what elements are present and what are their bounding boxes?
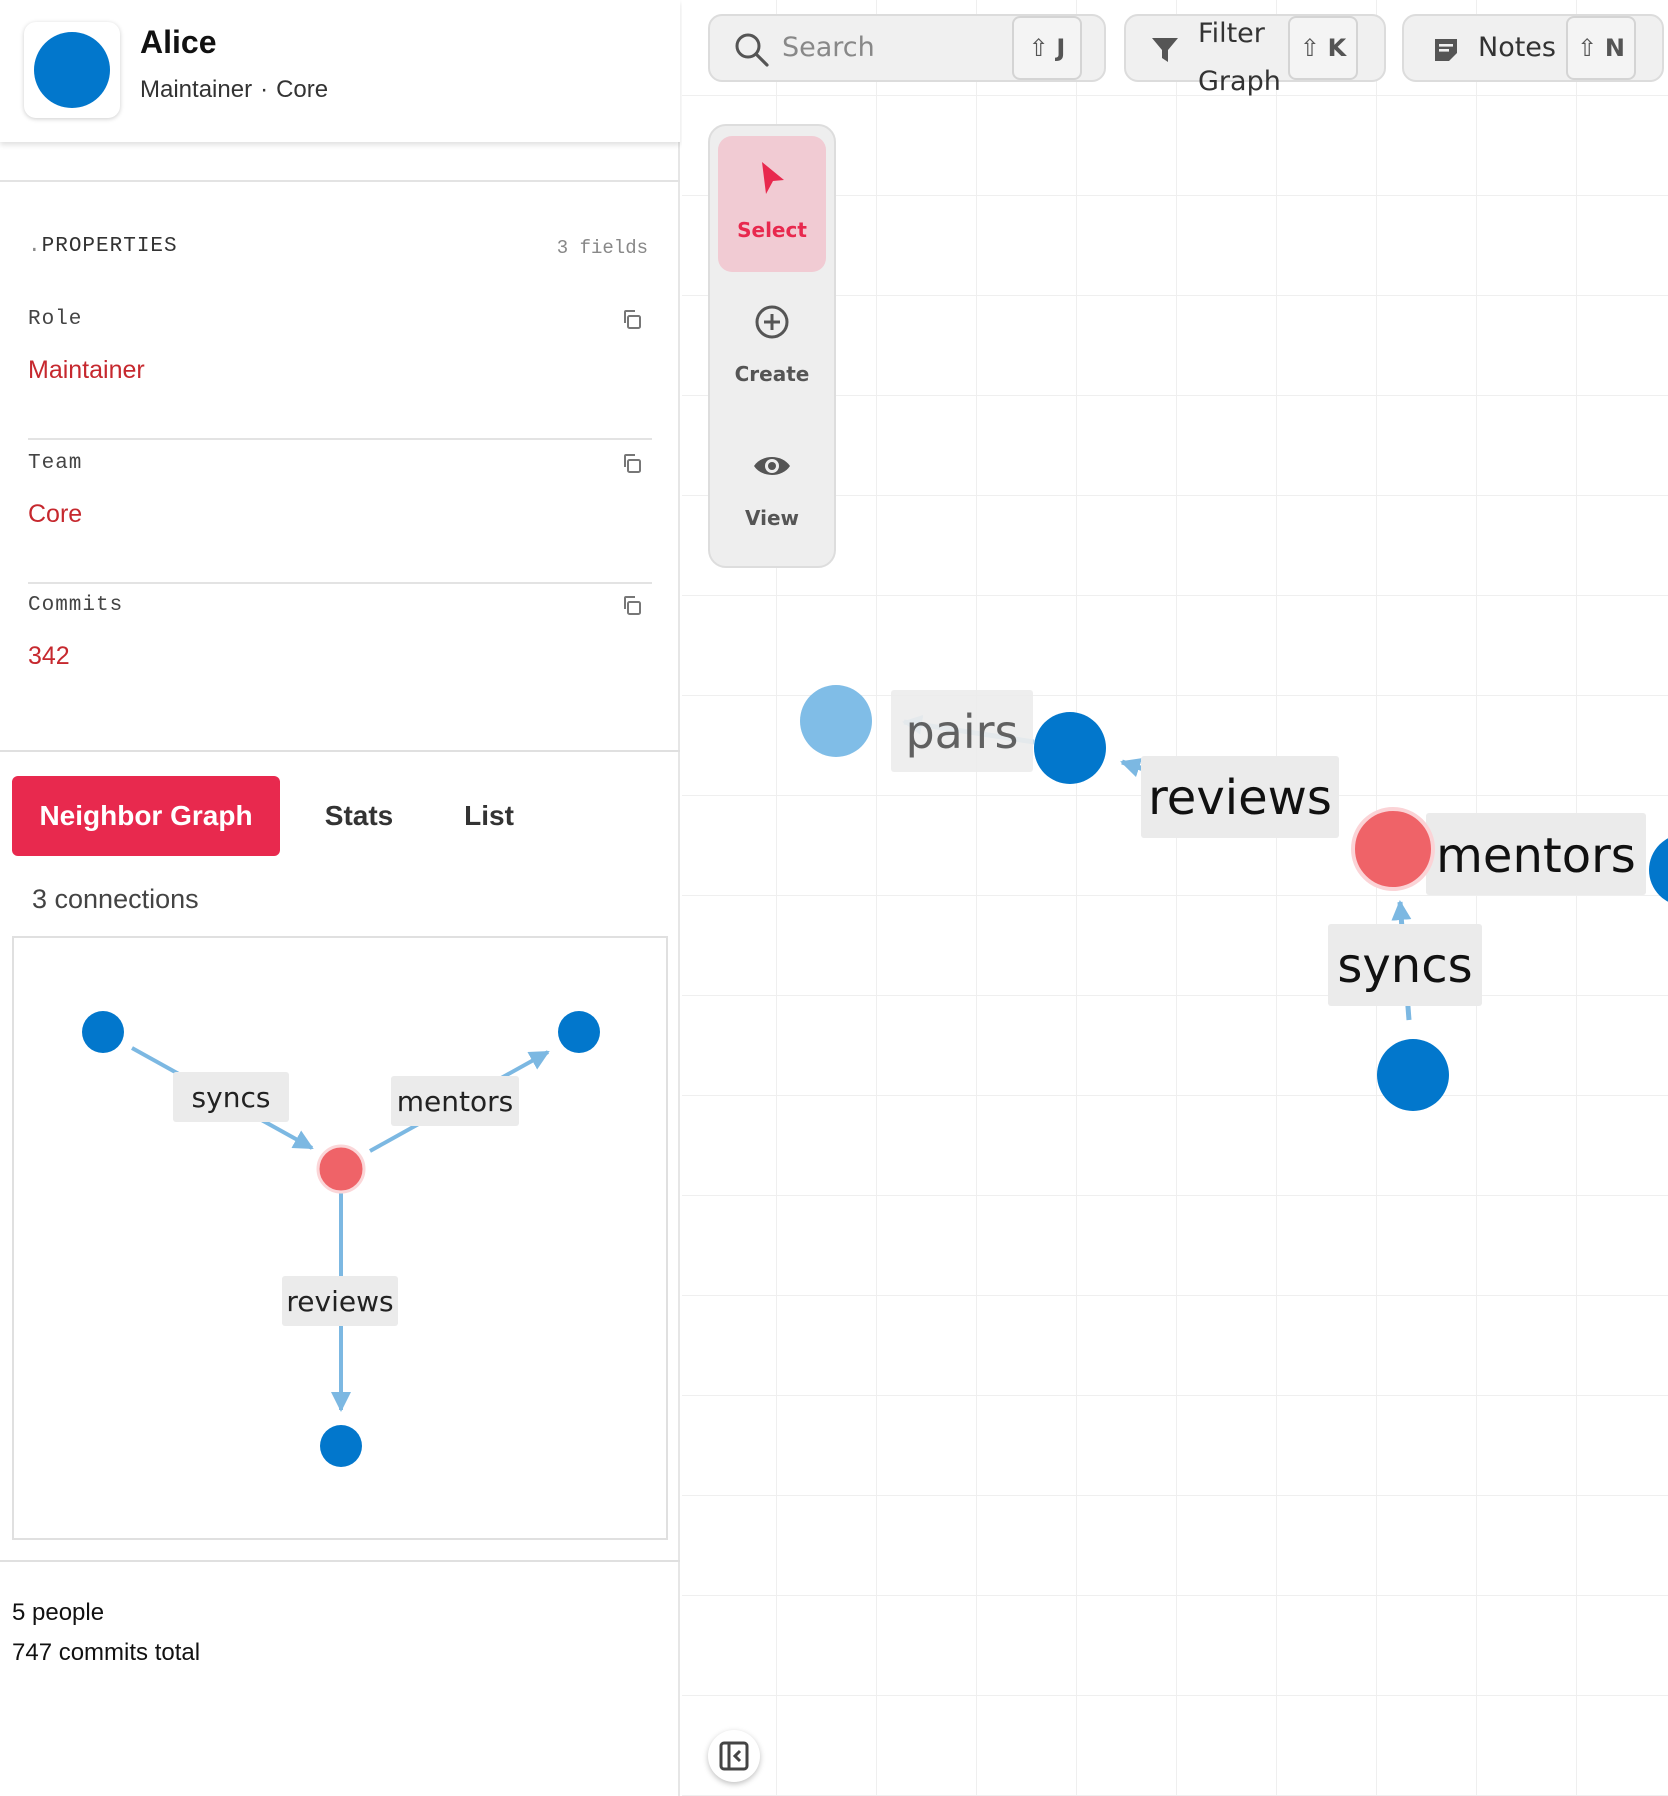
tool-view[interactable]: View [718, 424, 826, 560]
filter-shortcut: ⇧ K [1288, 16, 1358, 80]
property-key: Commits [28, 594, 124, 617]
filter-graph-label: Filter Graph [1198, 18, 1281, 97]
graph-canvas[interactable]: pairs reviews mentors syncs Search ⇧ J F… [682, 0, 1668, 1796]
copy-icon[interactable] [622, 452, 644, 476]
edge-label-pairs: pairs [905, 705, 1018, 759]
notes-button[interactable]: Notes ⇧ N [1402, 14, 1664, 82]
property-role: Role Maintainer [28, 296, 652, 440]
profile-name: Alice [140, 24, 217, 60]
neighbor-graph-canvas[interactable]: syncs mentors reviews [14, 938, 670, 1542]
details-panel: Alice Maintainer · Core .PROPERTIES 3 fiel… [0, 0, 680, 1796]
property-value: 342 [28, 642, 70, 670]
properties-title: .PROPERTIES [28, 235, 178, 258]
tab-list[interactable]: List [434, 776, 544, 856]
neighbor-node[interactable] [320, 1425, 362, 1467]
notes-label: Notes [1478, 32, 1556, 63]
profile-header: Alice Maintainer · Core [0, 0, 680, 142]
graph-node[interactable] [1649, 834, 1668, 906]
edge-label-syncs: syncs [1337, 938, 1472, 994]
tool-palette: Select Create View [708, 124, 836, 568]
property-commits: Commits 342 [28, 582, 652, 726]
edge-label-reviews: reviews [286, 1285, 393, 1318]
divider [0, 750, 680, 752]
property-value: Maintainer [28, 356, 145, 384]
sidebar-toggle-icon [719, 1741, 749, 1771]
plus-circle-icon [755, 305, 789, 339]
search-shortcut: ⇧ J [1012, 16, 1082, 80]
tab-stats[interactable]: Stats [294, 776, 424, 856]
avatar-card [24, 22, 120, 118]
profile-separator: · [260, 76, 269, 103]
search-icon [735, 33, 769, 67]
property-key: Team [28, 452, 83, 475]
neighbor-node[interactable] [558, 1011, 600, 1053]
tool-label: View [744, 506, 800, 530]
tool-label: Create [734, 362, 810, 386]
profile-subtitle: Maintainer · Core [140, 76, 328, 104]
neighbor-node[interactable] [82, 1011, 124, 1053]
edge-label-mentors: mentors [1436, 828, 1636, 884]
edge-label-reviews: reviews [1148, 770, 1332, 826]
tool-label: Select [737, 218, 807, 242]
graph-node[interactable] [1377, 1039, 1449, 1111]
property-value: Core [28, 500, 83, 528]
edge-label-mentors: mentors [397, 1085, 513, 1118]
divider [0, 1560, 680, 1562]
collapse-panel-button[interactable] [708, 1730, 760, 1782]
copy-icon[interactable] [622, 308, 644, 332]
property-key: Role [28, 308, 83, 331]
graph-node[interactable] [800, 685, 872, 757]
tool-create[interactable]: Create [718, 280, 826, 416]
search-bar[interactable]: Search ⇧ J [708, 14, 1106, 82]
tool-select[interactable]: Select [718, 136, 826, 272]
property-team: Team Core [28, 440, 652, 584]
edge-label-syncs: syncs [192, 1081, 271, 1114]
divider [0, 180, 680, 182]
filter-icon [1152, 38, 1178, 62]
properties-count: 3 fields [556, 237, 648, 259]
center-node[interactable] [316, 1144, 366, 1194]
pointer-icon [762, 162, 784, 194]
notes-icon [1435, 39, 1457, 61]
notes-shortcut: ⇧ N [1566, 16, 1636, 80]
filter-graph-button[interactable]: Filter Graph ⇧ K [1124, 14, 1386, 97]
summary-commits: 747 commits total [12, 1639, 201, 1666]
neighbor-graph[interactable]: syncs mentors reviews [12, 936, 668, 1540]
search-input[interactable]: Search [782, 32, 875, 63]
graph-node[interactable] [1034, 712, 1106, 784]
center-node[interactable] [1351, 807, 1435, 891]
copy-icon[interactable] [622, 594, 644, 618]
connections-count: 3 connections [32, 884, 199, 914]
eye-icon [754, 457, 790, 475]
avatar [34, 32, 110, 108]
tab-neighbor-graph[interactable]: Neighbor Graph [12, 776, 280, 856]
profile-role: Maintainer [140, 76, 253, 103]
profile-team: Core [276, 76, 329, 103]
summary-people: 5 people [12, 1599, 105, 1626]
